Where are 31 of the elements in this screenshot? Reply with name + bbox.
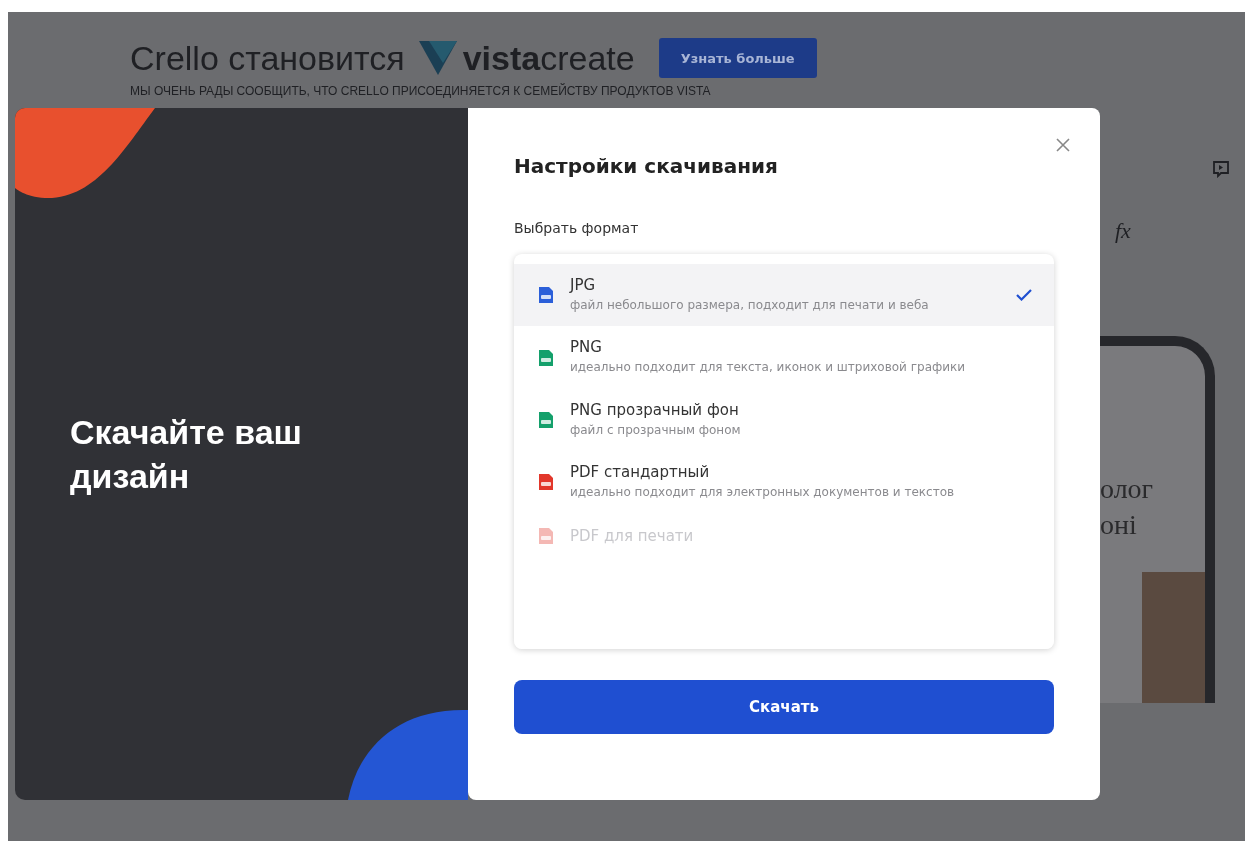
- format-option[interactable]: PNG идеально подходит для текста, иконок и штриховой графики: [514, 326, 1054, 389]
- logo-mark-icon: [418, 41, 457, 75]
- logo: vistacreate: [418, 38, 635, 78]
- format-name: PNG: [570, 338, 603, 357]
- format-option[interactable]: PDF стандартный идеально подходит для электронных документов и текстов: [514, 451, 1054, 514]
- format-label: Выбрать формат: [514, 220, 640, 236]
- format-description: файл небольшого размера, подходит для печати и веба: [570, 297, 930, 314]
- format-option[interactable]: PNG прозрачный фон файл с прозрачным фоном: [514, 388, 1054, 452]
- format-description: файл с прозрачным фоном: [570, 421, 742, 439]
- check-icon: [1016, 289, 1032, 302]
- format-name: PDF стандартный: [570, 463, 711, 482]
- download-button[interactable]: Скачать: [514, 680, 1054, 734]
- preview-text: олог: [1100, 472, 1155, 506]
- present-icon[interactable]: [1212, 160, 1230, 178]
- promo-title: Скачайте ваш дизайн: [70, 411, 303, 497]
- format-description: идеально подходит для текста, иконок и штриховой графики: [570, 359, 967, 377]
- dialog-title: Настройки скачивания: [514, 154, 779, 178]
- file-icon: [536, 472, 556, 493]
- file-icon: [536, 525, 556, 546]
- format-name: PNG прозрачный фон: [570, 400, 740, 419]
- format-option[interactable]: JPG файл небольшого размера, подходит для печати и веба: [514, 264, 1054, 327]
- banner-headline: Crello становится: [130, 38, 405, 78]
- preview-text: оні: [1100, 508, 1138, 543]
- format-name: JPG: [570, 276, 597, 294]
- format-description: идеально подходит для электронных документов и текстов: [570, 484, 956, 502]
- banner-subtitle: МЫ ОЧЕНЬ РАДЫ СООБЩИТЬ, ЧТО CRELLO ПРИСОЕДИНЯЕТСЯ К СЕМЕЙСТВУ ПРОДУКТОВ VISTA: [130, 84, 712, 98]
- file-icon: [536, 347, 556, 368]
- close-icon[interactable]: [1054, 136, 1072, 154]
- file-icon: [536, 409, 556, 430]
- learn-more-button[interactable]: Узнать больше: [658, 38, 817, 78]
- file-icon: [536, 285, 556, 306]
